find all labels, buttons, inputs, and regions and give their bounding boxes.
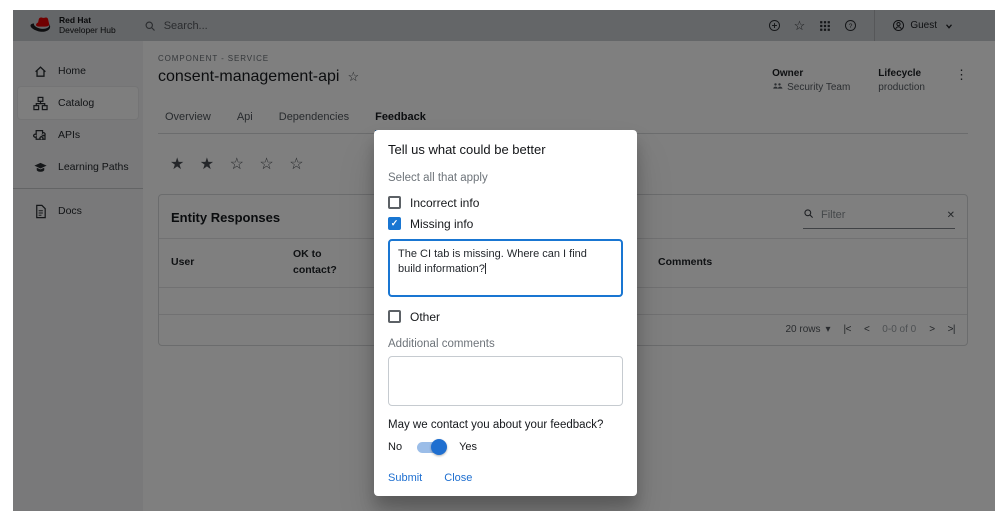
additional-comments-textarea[interactable] [388,356,623,406]
text-cursor [485,263,486,274]
dialog-title: Tell us what could be better [388,142,623,157]
submit-button[interactable]: Submit [388,472,422,484]
contact-toggle-row: No Yes [388,441,623,453]
feedback-dialog: Tell us what could be better Select all … [374,130,637,496]
option-missing-info[interactable]: ✓ Missing info [388,213,623,234]
toggle-knob [431,439,447,455]
dialog-subtitle: Select all that apply [388,172,623,184]
option-incorrect-info[interactable]: ✓ Incorrect info [388,192,623,213]
option-label: Incorrect info [410,196,479,210]
check-icon: ✓ [391,219,399,228]
close-button[interactable]: Close [444,472,472,484]
checkbox-other[interactable]: ✓ [388,310,401,323]
checkbox-incorrect-info[interactable]: ✓ [388,196,401,209]
app-window: Red Hat Developer Hub Search... ☆ ? [13,10,995,511]
contact-toggle-switch[interactable] [417,442,444,453]
toggle-off-label: No [388,441,402,453]
checkbox-missing-info[interactable]: ✓ [388,217,401,230]
option-label: Missing info [410,217,473,231]
feedback-text: The CI tab is missing. Where can I find … [398,248,587,275]
toggle-on-label: Yes [459,441,477,453]
option-other[interactable]: ✓ Other [388,306,623,327]
contact-question: May we contact you about your feedback? [388,419,623,431]
additional-comments-label: Additional comments [388,338,623,350]
option-label: Other [410,310,440,324]
dialog-actions: Submit Close [388,472,623,484]
feedback-textarea[interactable]: The CI tab is missing. Where can I find … [388,239,623,297]
